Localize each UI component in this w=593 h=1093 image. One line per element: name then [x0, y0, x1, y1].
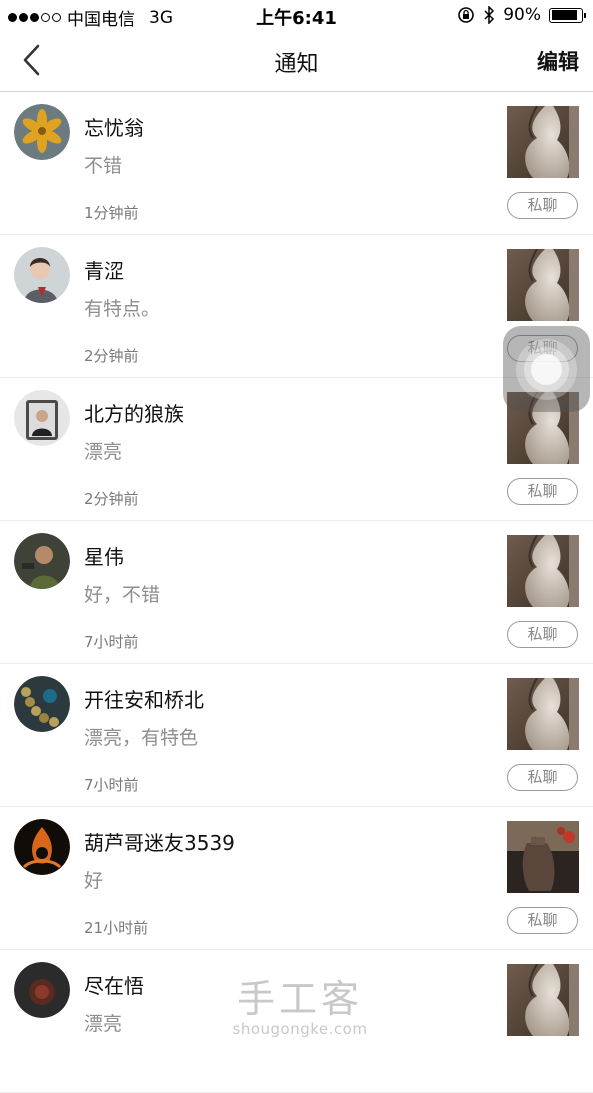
- watermark-url: shougongke.com: [232, 1020, 368, 1038]
- comment-text: 漂亮: [84, 441, 123, 463]
- assistive-touch-button[interactable]: [503, 326, 590, 412]
- work-thumbnail[interactable]: [507, 821, 579, 893]
- avatar[interactable]: [14, 676, 70, 732]
- timestamp: 2分钟前: [84, 490, 139, 508]
- username[interactable]: 星伟: [84, 541, 124, 570]
- work-thumbnail[interactable]: [507, 964, 579, 1036]
- avatar[interactable]: [14, 390, 70, 446]
- timestamp: 21小时前: [84, 919, 149, 937]
- status-right: 90%: [457, 5, 586, 25]
- username[interactable]: 北方的狼族: [84, 398, 184, 427]
- avatar[interactable]: [14, 247, 70, 303]
- timestamp: 7小时前: [84, 633, 139, 651]
- work-thumbnail[interactable]: [507, 535, 579, 607]
- page-title: 通知: [274, 52, 319, 77]
- private-chat-button[interactable]: 私聊: [507, 192, 578, 219]
- watermark: 手工客 shougongke.com: [230, 978, 370, 1038]
- battery-icon: [549, 7, 586, 23]
- username[interactable]: 葫芦哥迷友3539: [84, 827, 235, 856]
- notification-item[interactable]: 葫芦哥迷友3539 好 21小时前 私聊: [0, 807, 593, 950]
- avatar[interactable]: [14, 104, 70, 160]
- comment-text: 不错: [84, 155, 123, 177]
- notification-item[interactable]: 忘忧翁 不错 1分钟前 私聊: [0, 92, 593, 235]
- avatar[interactable]: [14, 962, 70, 1018]
- username[interactable]: 忘忧翁: [84, 112, 144, 141]
- timestamp: 2分钟前: [84, 347, 139, 365]
- comment-text: 好: [84, 870, 104, 892]
- navigation-bar: 通知 编辑: [0, 30, 593, 92]
- status-bar: 中国电信 3G 上午6:41 90%: [0, 0, 593, 30]
- comment-text: 好，不错: [84, 584, 161, 606]
- notification-list: 忘忧翁 不错 1分钟前 私聊 青涩 有特点。 2分钟前 私聊 北方的狼族 漂亮 …: [0, 92, 593, 1093]
- comment-text: 漂亮，有特色: [84, 727, 199, 749]
- bluetooth-icon: [484, 6, 495, 24]
- timestamp: 7小时前: [84, 776, 139, 794]
- username[interactable]: 开往安和桥北: [84, 684, 204, 713]
- work-thumbnail[interactable]: [507, 249, 579, 321]
- orientation-lock-icon: [458, 7, 475, 23]
- private-chat-button[interactable]: 私聊: [507, 478, 578, 505]
- work-thumbnail[interactable]: [507, 678, 579, 750]
- watermark-logo: 手工客: [236, 977, 363, 1021]
- notification-item[interactable]: 星伟 好，不错 7小时前 私聊: [0, 521, 593, 664]
- private-chat-button[interactable]: 私聊: [507, 907, 578, 934]
- avatar[interactable]: [14, 819, 70, 875]
- private-chat-button[interactable]: 私聊: [507, 764, 578, 791]
- notification-item[interactable]: 开往安和桥北 漂亮，有特色 7小时前 私聊: [0, 664, 593, 807]
- battery-percent: 90%: [503, 5, 541, 25]
- private-chat-button[interactable]: 私聊: [507, 621, 578, 648]
- username[interactable]: 尽在悟: [84, 970, 144, 999]
- username[interactable]: 青涩: [84, 255, 124, 284]
- timestamp: 1分钟前: [84, 204, 139, 222]
- edit-button[interactable]: 编辑: [537, 46, 579, 76]
- comment-text: 漂亮: [84, 1013, 123, 1035]
- comment-text: 有特点。: [84, 298, 161, 320]
- avatar[interactable]: [14, 533, 70, 589]
- work-thumbnail[interactable]: [507, 106, 579, 178]
